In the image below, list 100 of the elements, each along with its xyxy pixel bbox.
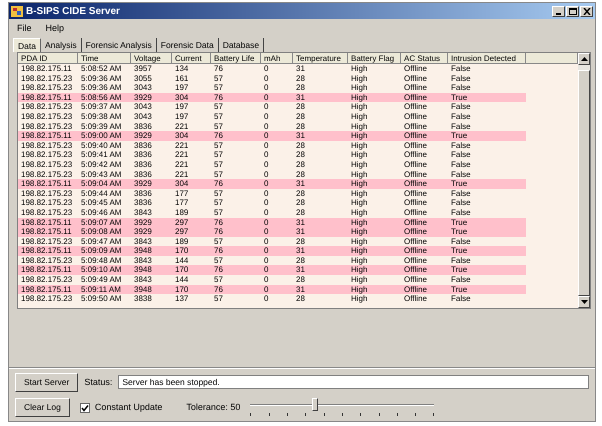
table-cell-text: 28 [295, 256, 306, 266]
table-cell: True [448, 246, 526, 256]
table-cell-text: False [450, 188, 472, 198]
table-cell: 198.82.175.11 [18, 131, 78, 141]
table-cell-text: 198.82.175.23 [20, 198, 74, 208]
table-cell-text: 5:09:37 AM [80, 102, 122, 112]
table-cell: True [448, 265, 526, 276]
table-cell-text: 5:09:38 AM [80, 112, 122, 122]
close-button[interactable] [580, 6, 593, 16]
table-cell-text: 3055 [133, 74, 153, 84]
table-cell-text: False [450, 208, 472, 218]
table-cell-text: 0 [263, 294, 270, 304]
table-cell-text: 5:09:48 AM [80, 256, 122, 266]
close-icon [582, 8, 590, 14]
column-header[interactable]: Current [172, 53, 211, 64]
table-cell: 76 [211, 284, 261, 294]
table-cell: 0 [261, 92, 293, 102]
table-cell-text: 3843 [133, 208, 153, 218]
table-cell-text: 57 [213, 198, 224, 208]
table-cell-text: 57 [213, 83, 224, 93]
table-cell: 5:09:04 AM [78, 179, 131, 189]
table-cell-text: 198.82.175.23 [20, 112, 74, 122]
table-cell-text: 3043 [133, 102, 153, 112]
table-cell-text: 3957 [133, 64, 153, 74]
table-cell-text: Offline [403, 150, 428, 160]
table-cell-text: 3838 [133, 294, 153, 304]
table-cell: 76 [211, 265, 261, 276]
minimize-button[interactable] [552, 6, 565, 16]
table-cell-text: 3843 [133, 236, 153, 246]
table-cell-text: 5:09:43 AM [80, 170, 122, 180]
table-cell-text: 28 [295, 83, 306, 93]
table-cell-text: 0 [263, 208, 270, 218]
table-cell-text: High [350, 112, 368, 122]
table-cell-text: Offline [403, 83, 428, 93]
table-cell-text: 0 [263, 140, 270, 150]
column-header[interactable]: Time [78, 53, 131, 64]
table-cell-text: 57 [213, 150, 224, 160]
table-cell: 170 [172, 246, 211, 256]
table-cell-text: 28 [295, 160, 306, 170]
table-cell-text: High [350, 150, 368, 160]
column-header[interactable]: Voltage [131, 53, 172, 64]
table-cell-text: 57 [213, 275, 224, 285]
column-header[interactable]: Temperature [293, 53, 348, 64]
table-cell-text: 28 [295, 198, 306, 208]
table-cell: 76 [211, 92, 261, 102]
table-cell: 170 [172, 265, 211, 276]
clear-log-button[interactable]: Clear Log [15, 398, 70, 418]
table-cell: 198.82.175.11 [18, 218, 78, 228]
tolerance-slider[interactable] [250, 398, 434, 418]
table-cell: 3929 [131, 92, 172, 102]
scrollbar[interactable] [578, 53, 590, 308]
table-cell: 5:09:11 AM [78, 284, 131, 294]
status-field[interactable]: Server has been stopped. [118, 375, 589, 390]
table-cell: 0 [261, 227, 293, 237]
table-cell: True [448, 92, 526, 102]
table-cell: True [448, 284, 526, 294]
table-cell-text: 57 [213, 122, 224, 132]
maximize-button[interactable] [566, 6, 579, 16]
table-cell: Offline [401, 179, 448, 189]
table-cell-text: False [450, 122, 472, 132]
tolerance-label: Tolerance: 50 [186, 401, 240, 414]
table-cell-text: 5:09:47 AM [80, 236, 122, 246]
scroll-up-icon[interactable] [580, 57, 588, 61]
table-cell-text: 5:09:40 AM [80, 140, 122, 150]
column-header[interactable]: PDA ID [18, 53, 78, 64]
column-header[interactable]: Battery Life [211, 53, 261, 64]
menu-item[interactable]: File [17, 22, 32, 33]
scroll-down-icon[interactable] [580, 300, 588, 304]
table-cell-text: 221 [174, 150, 190, 160]
table-cell: High [348, 131, 401, 141]
table-cell-text: 5:09:50 AM [80, 294, 122, 304]
checkbox[interactable] [80, 402, 90, 413]
table-cell-text: 3836 [133, 188, 153, 198]
table-cell-text: 189 [174, 236, 190, 246]
table-cell-text: 198.82.175.23 [20, 170, 74, 180]
table-cell: High [348, 92, 401, 102]
table-cell-text: 28 [295, 294, 306, 304]
table-cell-text: 0 [263, 170, 270, 180]
table-cell: 0 [261, 131, 293, 141]
table-cell-text: 198.82.175.23 [20, 208, 74, 218]
table-cell: 31 [293, 131, 348, 141]
table-cell-text: 3836 [133, 198, 153, 208]
menu-item[interactable]: Help [46, 22, 64, 33]
table-cell-text: Offline [403, 74, 428, 84]
start-server-button[interactable]: Start Server [15, 373, 78, 392]
table-cell: 31 [293, 265, 348, 276]
table-cell-text: Offline [403, 170, 428, 180]
table-cell-text: 161 [174, 74, 190, 84]
table-cell-text: 198.82.175.23 [20, 160, 74, 170]
table-cell: 0 [261, 179, 293, 189]
table-cell: 31 [293, 92, 348, 102]
column-header[interactable]: Intrusion Detected [448, 53, 526, 64]
tab[interactable]: Data [13, 38, 41, 52]
table-cell-text: High [350, 140, 368, 150]
table-cell: 31 [293, 284, 348, 294]
table-cell-text: 197 [174, 112, 190, 122]
table-cell-text: 28 [295, 150, 306, 160]
column-header[interactable]: Battery Flag [348, 53, 401, 64]
column-header[interactable]: mAh [261, 53, 293, 64]
column-header[interactable]: AC Status [401, 53, 448, 64]
